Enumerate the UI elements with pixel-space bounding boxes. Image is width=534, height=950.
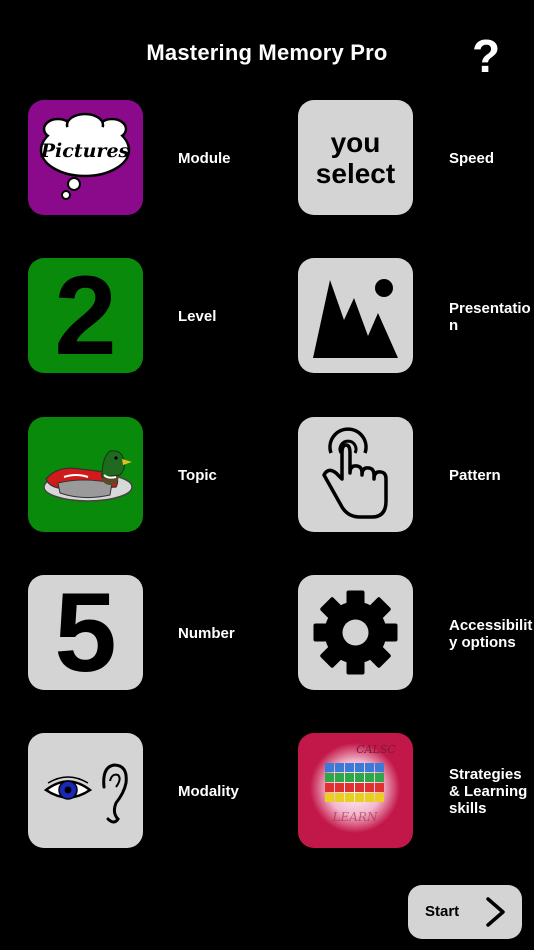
pattern-tile[interactable] — [298, 417, 413, 532]
pictures-thought-bubble-icon: Pictures — [39, 112, 131, 200]
presentation-tile[interactable] — [298, 258, 413, 373]
accessibility-label: Accessibilit y options — [449, 617, 533, 651]
pictures-text: Pictures — [40, 140, 130, 162]
help-button[interactable]: ? — [466, 30, 506, 82]
duck-icon — [43, 450, 133, 502]
gear-icon — [313, 590, 398, 675]
number-label: Number — [178, 625, 235, 642]
module-label: Module — [178, 150, 231, 167]
speed-tile[interactable]: you select — [298, 100, 413, 215]
speed-tile-text-line1: you — [330, 126, 381, 158]
number-value: 5 — [54, 575, 117, 690]
strategies-label: Strategies & Learning skills — [449, 766, 528, 817]
level-value: 2 — [54, 258, 117, 373]
question-mark-icon: ? — [472, 30, 500, 82]
level-tile[interactable]: 2 — [28, 258, 143, 373]
speed-tile-text-line2: select — [315, 157, 396, 189]
modality-tile[interactable] — [28, 733, 143, 848]
speed-label: Speed — [449, 150, 495, 167]
svg-text:?: ? — [472, 34, 500, 78]
chevron-right-icon — [486, 897, 505, 927]
calsc-grid-icon: CALSC LEARN — [310, 743, 400, 833]
modality-label: Modality — [178, 783, 239, 800]
tap-hand-icon — [322, 427, 388, 519]
eye-and-ear-icon — [43, 763, 128, 824]
topic-label: Topic — [178, 467, 217, 484]
svg-text:LEARN: LEARN — [332, 810, 378, 824]
level-label: Level — [178, 308, 217, 325]
topic-tile[interactable] — [28, 417, 143, 532]
number-tile[interactable]: 5 — [28, 575, 143, 690]
start-label: Start — [425, 903, 460, 920]
page-title: Mastering Memory Pro — [146, 40, 388, 65]
module-tile[interactable]: Pictures — [28, 100, 143, 215]
pattern-label: Pattern — [449, 467, 501, 484]
presentation-label: Presentation — [449, 300, 531, 334]
accessibility-tile[interactable] — [298, 575, 413, 690]
strategies-tile[interactable]: CALSC LEARN — [298, 733, 413, 848]
picture-mountains-icon — [313, 279, 398, 358]
svg-text:CALSC: CALSC — [356, 743, 396, 756]
start-button[interactable]: Start — [408, 885, 522, 939]
